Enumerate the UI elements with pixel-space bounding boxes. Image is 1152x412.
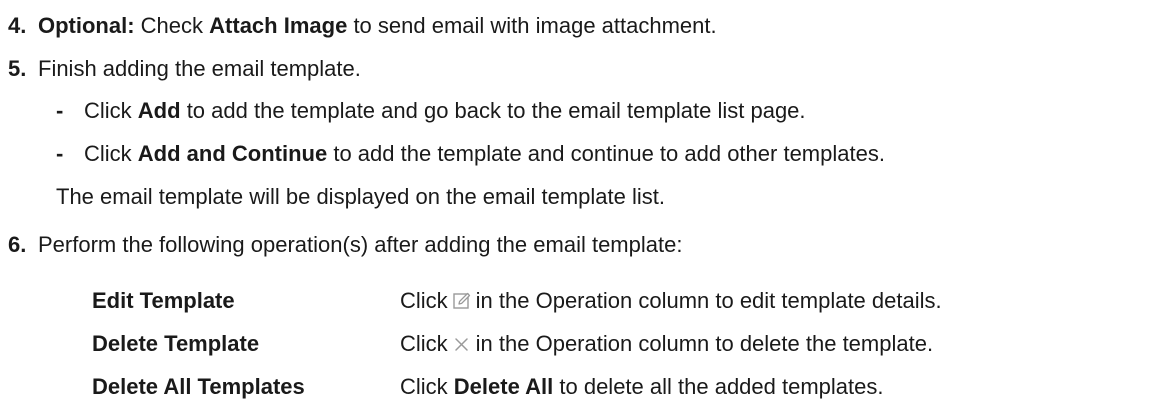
document-page: 4. Optional: Check Attach Image to send e…	[0, 0, 1152, 412]
edit-icon	[451, 290, 473, 312]
operation-description: Click in the Operation column to edit tem…	[400, 287, 942, 315]
step-number: 6.	[8, 232, 27, 257]
description-text: in the Operation column to edit template…	[475, 288, 942, 313]
step-text: Check	[140, 13, 204, 38]
operation-term: Delete All Templates	[92, 374, 305, 399]
bullet-text: to add the template and go back to the e…	[186, 98, 806, 123]
bullet-text: Click	[84, 98, 132, 123]
bullet-dash: -	[56, 98, 64, 123]
ui-term-add: Add	[137, 98, 181, 123]
description-text: to delete all the added templates.	[559, 374, 884, 399]
step-4: 4. Optional: Check Attach Image to send e…	[8, 12, 717, 40]
close-icon	[451, 333, 473, 355]
bullet-item: - Click Add and Continue to add the templ…	[56, 140, 885, 168]
step-text: Perform the following operation(s) after…	[38, 232, 683, 257]
ui-term-delete-all: Delete All	[453, 374, 554, 399]
description-text: Click	[400, 331, 448, 356]
description-text: in the Operation column to delete the te…	[475, 331, 934, 356]
step-5: 5. Finish adding the email template.	[8, 55, 361, 83]
bullet-text: to add the template and continue to add …	[333, 141, 885, 166]
ui-term-attach-image: Attach Image	[209, 13, 348, 38]
operation-term: Delete Template	[92, 331, 260, 356]
description-text: Click	[400, 288, 448, 313]
operation-term: Edit Template	[92, 288, 235, 313]
step-text: Finish adding the email template.	[38, 56, 361, 81]
operation-description: Click Delete All to delete all the added…	[400, 373, 884, 401]
optional-label: Optional:	[38, 13, 135, 38]
step-number: 5.	[8, 56, 27, 81]
step-number: 4.	[8, 13, 27, 38]
ui-term-add-and-continue: Add and Continue	[137, 141, 328, 166]
description-text: Click	[400, 374, 448, 399]
step-text: to send email with image attachment.	[353, 13, 717, 38]
step-result: The email template will be displayed on …	[56, 184, 665, 209]
step-6: 6. Perform the following operation(s) aft…	[8, 231, 682, 259]
bullet-item: - Click Add to add the template and go ba…	[56, 97, 806, 125]
bullet-text: Click	[84, 141, 132, 166]
operation-description: Click in the Operation column to delete t…	[400, 330, 933, 358]
bullet-dash: -	[56, 141, 64, 166]
